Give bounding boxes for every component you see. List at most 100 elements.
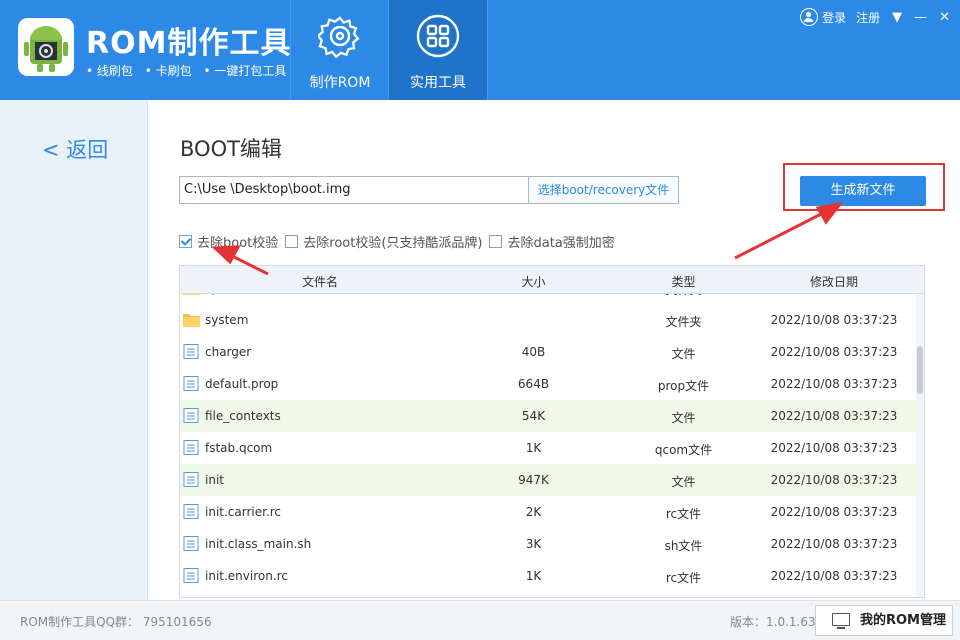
scrollbar[interactable] bbox=[916, 294, 924, 597]
tab-utility-tools-label: 实用工具 bbox=[410, 75, 466, 91]
qq-number: 795101656 bbox=[142, 615, 212, 629]
table-header: 文件名 大小 类型 修改日期 bbox=[180, 266, 924, 294]
file-icon bbox=[183, 472, 200, 487]
file-icon bbox=[183, 536, 200, 551]
file-icon bbox=[183, 440, 200, 455]
cell-date: 2022/10/08 03:37:23 bbox=[770, 441, 898, 455]
table-row[interactable]: system 文件夹 2022/10/08 03:37:23 bbox=[180, 304, 916, 336]
tab-utility-tools[interactable]: 实用工具 bbox=[389, 0, 487, 100]
checkbox-checked-icon[interactable] bbox=[179, 235, 192, 248]
table-row[interactable]: sys 文件夹2022/10/08 03:37:23 bbox=[180, 294, 916, 304]
app-header: ROM制作工具 • 线刷包 • 卡刷包 • 一键打包工具 制作ROM 实用工具 … bbox=[0, 0, 960, 100]
select-boot-file-button[interactable]: 选择boot/recovery文件 bbox=[529, 176, 679, 204]
cell-type: prop文件 bbox=[657, 379, 710, 393]
back-button[interactable]: < 返回 bbox=[42, 134, 108, 164]
option-label: 去除boot校验 bbox=[197, 236, 279, 251]
generate-new-file-button[interactable]: 生成新文件 bbox=[800, 176, 926, 206]
table-row[interactable]: fstab.qcom 1K qcom文件 2022/10/08 03:37:23 bbox=[180, 432, 916, 464]
file-icon bbox=[183, 376, 200, 391]
table-row[interactable]: init.carrier.rc 2K rc文件 2022/10/08 03:37:23 bbox=[180, 496, 916, 528]
cell-name: default.prop bbox=[205, 377, 279, 391]
file-icon bbox=[183, 568, 200, 583]
col-header-name[interactable]: 文件名 bbox=[180, 273, 460, 290]
my-rom-manage-button[interactable]: 我的ROM管理 bbox=[815, 605, 953, 636]
col-header-size[interactable]: 大小 bbox=[480, 273, 587, 290]
qq-group: ROM制作工具QQ群： 795101656 bbox=[20, 613, 212, 630]
table-row[interactable]: default.prop 664B prop文件 2022/10/08 03:37:2… bbox=[180, 368, 916, 400]
option-remove-data-encrypt[interactable]: 去除data强制加密 bbox=[489, 232, 615, 251]
app-logo bbox=[18, 18, 74, 76]
cell-date: 2022/10/08 03:37:23 bbox=[770, 345, 898, 359]
close-icon[interactable]: ✕ bbox=[939, 10, 950, 25]
cell-type: 文件夹 bbox=[665, 315, 702, 329]
grid-icon bbox=[416, 14, 460, 58]
checkbox-unchecked-icon[interactable] bbox=[489, 235, 503, 248]
cell-size: 54K bbox=[521, 409, 546, 423]
minimize-icon[interactable]: — bbox=[914, 10, 927, 25]
cell-date: 2022/10/08 03:37:23 bbox=[770, 569, 898, 583]
table-row[interactable]: init.environ.rc 1K rc文件 2022/10/08 03:37:23 bbox=[180, 560, 916, 592]
app-tags: • 线刷包 • 卡刷包 • 一键打包工具 bbox=[86, 62, 294, 79]
app-title: ROM制作工具 bbox=[86, 26, 292, 61]
table-row[interactable]: init 947K 文件 2022/10/08 03:37:23 bbox=[180, 464, 916, 496]
boot-path-input[interactable]: C:\Use \Desktop\boot.img bbox=[179, 176, 529, 204]
qq-label: ROM制作工具QQ群： bbox=[20, 615, 140, 629]
tag-line-flash: • 线刷包 bbox=[86, 64, 133, 78]
gear-disc-icon bbox=[318, 16, 360, 58]
sidebar: < 返回 bbox=[0, 100, 148, 600]
checkbox-unchecked-icon[interactable] bbox=[285, 235, 299, 248]
col-header-date[interactable]: 修改日期 bbox=[740, 273, 924, 290]
cell-type: rc文件 bbox=[665, 571, 702, 585]
tab-make-rom[interactable]: 制作ROM bbox=[291, 0, 389, 100]
file-table: 文件名 大小 类型 修改日期 sys文件夹2022/10/08 03:37:23… bbox=[179, 265, 925, 598]
cell-size: 664B bbox=[517, 377, 550, 391]
cell-type: sh文件 bbox=[664, 539, 703, 553]
my-rom-manage-label: 我的ROM管理 bbox=[860, 613, 946, 628]
cell-type: 文件夹 bbox=[620, 294, 747, 298]
option-label: 去除root校验(只支持酷派品牌) bbox=[303, 236, 483, 251]
tab-make-rom-label: 制作ROM bbox=[309, 75, 371, 91]
option-remove-root-verify[interactable]: 去除root校验(只支持酷派品牌) bbox=[285, 232, 482, 251]
register-link[interactable]: 注册 bbox=[856, 9, 880, 26]
tag-one-click: • 一键打包工具 bbox=[203, 64, 287, 78]
file-icon bbox=[183, 344, 200, 359]
cell-name: fstab.qcom bbox=[205, 441, 273, 455]
cell-size: 2K bbox=[525, 505, 542, 519]
monitor-icon bbox=[832, 613, 850, 629]
version-text: 版本：1.0.1.63 bbox=[730, 615, 816, 629]
page-title: BOOT编辑 bbox=[180, 137, 282, 161]
cell-size: 3K bbox=[525, 537, 542, 551]
col-header-type[interactable]: 类型 bbox=[620, 273, 747, 290]
cell-name: system bbox=[205, 313, 249, 327]
menu-dropdown-icon[interactable]: ▼ bbox=[892, 10, 902, 25]
cell-size: 1K bbox=[525, 569, 542, 583]
cell-type: 文件 bbox=[671, 411, 696, 425]
cell-name: init.class_main.sh bbox=[205, 537, 312, 551]
option-remove-boot-verify[interactable]: 去除boot校验 bbox=[179, 232, 278, 251]
nav-divider bbox=[487, 0, 488, 100]
scrollbar-thumb[interactable] bbox=[917, 346, 923, 394]
folder-icon bbox=[183, 312, 200, 327]
cell-date: 2022/10/08 03:37:23 bbox=[770, 537, 898, 551]
login-link[interactable]: 登录 bbox=[822, 9, 846, 26]
option-checkboxes: 去除boot校验 去除root校验(只支持酷派品牌) 去除data强制加密 bbox=[179, 232, 622, 251]
top-right-controls: 登录 注册 ▼ — ✕ bbox=[800, 8, 950, 26]
cell-date: 2022/10/08 03:37:23 bbox=[740, 294, 916, 295]
table-row[interactable]: file_contexts 54K 文件 2022/10/08 03:37:23 bbox=[180, 400, 916, 432]
cell-name: init.carrier.rc bbox=[205, 505, 282, 519]
cell-type: qcom文件 bbox=[654, 443, 713, 457]
cell-date: 2022/10/08 03:37:23 bbox=[770, 409, 898, 423]
cell-name: charger bbox=[205, 345, 252, 359]
table-row[interactable]: init.class_main.sh 3K sh文件 2022/10/08 03:37… bbox=[180, 528, 916, 560]
table-body: sys文件夹2022/10/08 03:37:23system文件夹2022/1… bbox=[180, 294, 916, 597]
cell-name: file_contexts bbox=[205, 409, 281, 423]
table-row[interactable]: charger 40B 文件 2022/10/08 03:37:23 bbox=[180, 336, 916, 368]
cell-size: 1K bbox=[525, 441, 542, 455]
cell-name: sys bbox=[205, 294, 225, 295]
user-icon bbox=[800, 8, 819, 26]
cell-date: 2022/10/08 03:37:23 bbox=[770, 473, 898, 487]
file-icon bbox=[183, 504, 200, 519]
cell-date: 2022/10/08 03:37:23 bbox=[770, 377, 898, 391]
option-label: 去除data强制加密 bbox=[507, 236, 615, 251]
cell-type: 文件 bbox=[671, 347, 696, 361]
